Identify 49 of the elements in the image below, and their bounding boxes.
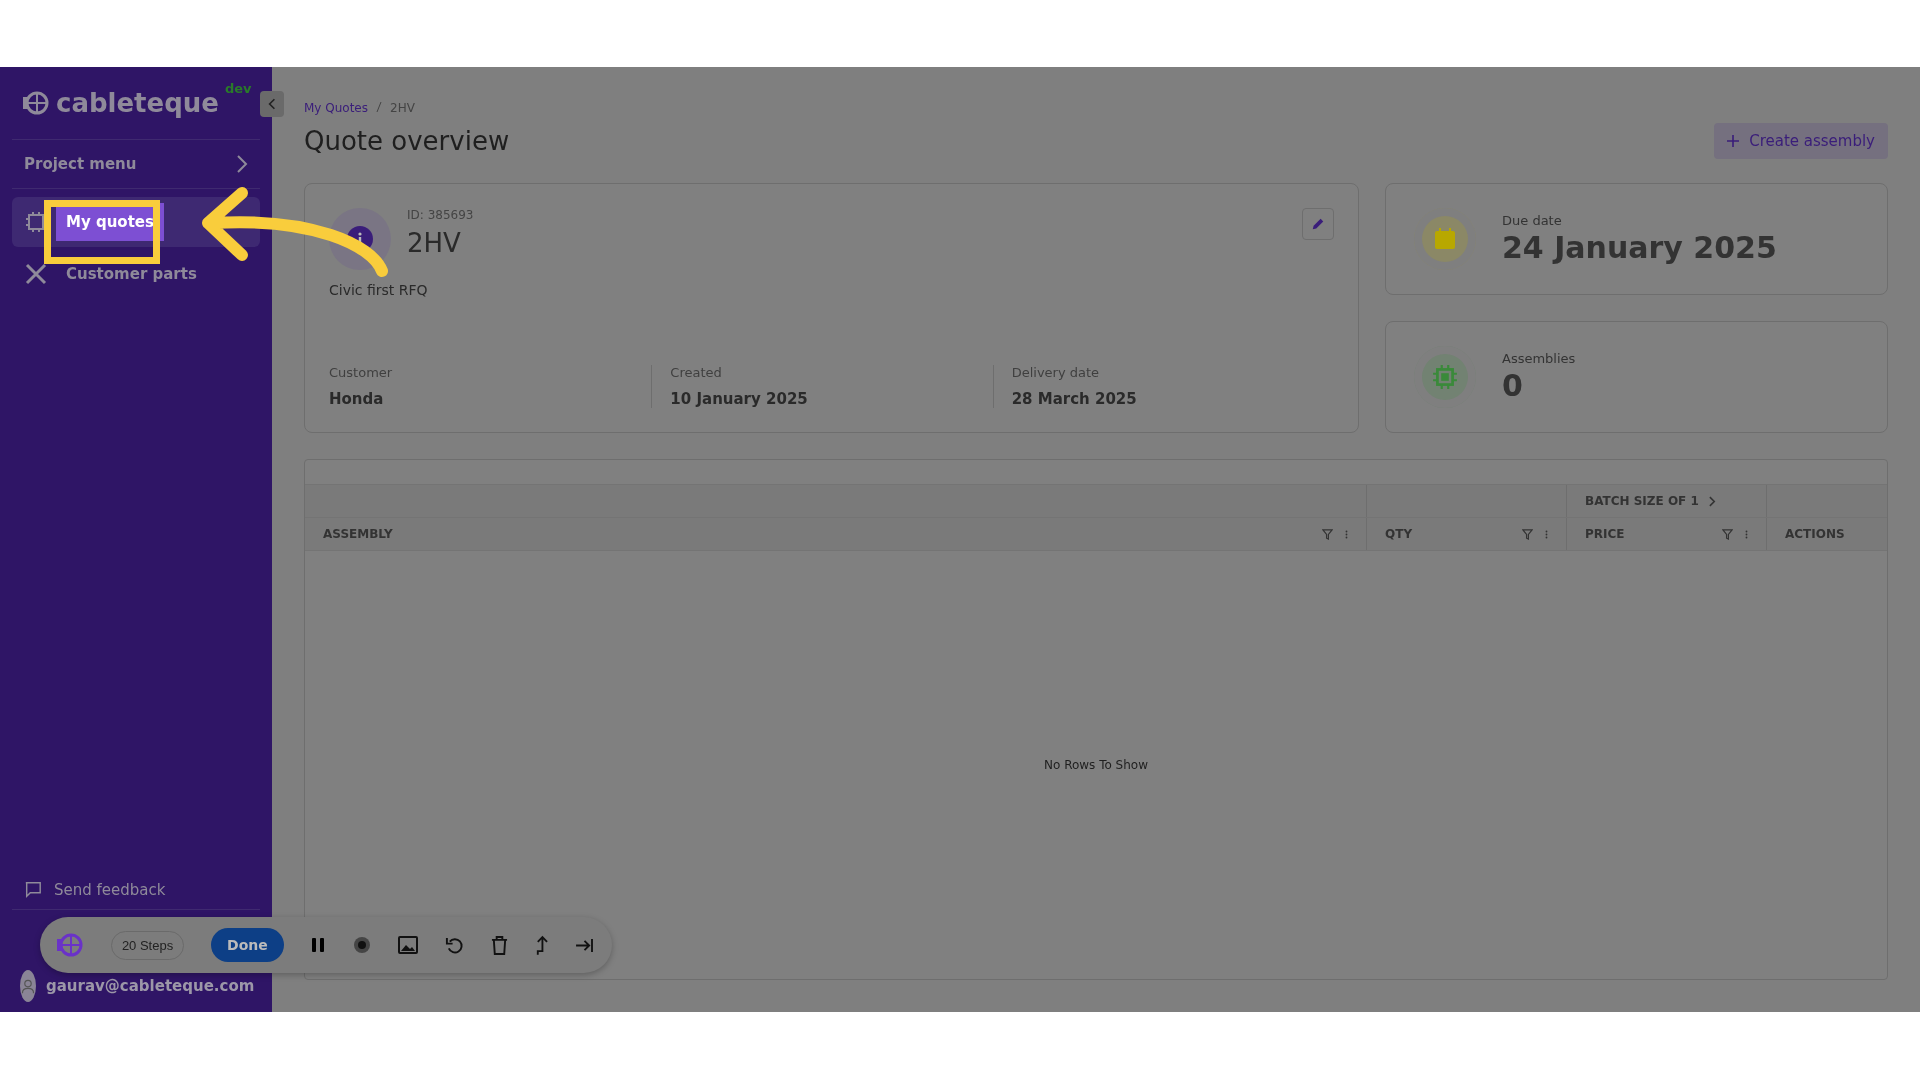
breadcrumb-separator-icon <box>376 101 382 113</box>
field-label: Delivery date <box>1011 365 1101 380</box>
filter-icon[interactable] <box>1522 528 1533 540</box>
skip-to-end-icon[interactable] <box>574 937 594 953</box>
batch-size-header[interactable]: BATCH SIZE OF 1 <box>1585 494 1699 508</box>
field-label: Created <box>670 365 723 380</box>
breadcrumb-current: 2HV <box>390 101 415 115</box>
logo-text: cableteque <box>56 88 219 118</box>
stat-value: 24 January 2025 <box>1502 230 1777 265</box>
edit-button[interactable] <box>1302 208 1334 240</box>
collapse-button[interactable] <box>260 91 284 117</box>
field-value: 28 March 2025 <box>1011 390 1138 408</box>
send-feedback-link[interactable]: Send feedback <box>12 871 260 910</box>
chevron-left-icon <box>268 98 276 110</box>
stat-label: Assemblies <box>1502 351 1576 366</box>
arrow-up-icon[interactable] <box>535 934 549 956</box>
column-header[interactable]: PRICE <box>1585 527 1625 541</box>
chevron-right-icon <box>1708 495 1716 507</box>
filter-icon[interactable] <box>1322 528 1333 540</box>
field-label: Customer <box>329 365 394 380</box>
quote-id: ID: 385693 <box>407 208 474 222</box>
chat-icon <box>24 881 42 899</box>
image-icon[interactable] <box>398 936 419 954</box>
project-menu-item[interactable]: Project menu <box>12 139 260 189</box>
field-value: 10 January 2025 <box>670 390 809 408</box>
field-value: Honda <box>329 390 385 408</box>
create-assembly-button[interactable]: Create assembly <box>1714 123 1888 159</box>
trash-icon[interactable] <box>491 935 509 955</box>
stat-value: 0 <box>1502 368 1524 403</box>
done-button[interactable]: Done <box>211 928 284 962</box>
quote-name: 2HV <box>407 228 462 258</box>
avatar-icon <box>20 970 36 1002</box>
chevron-right-icon <box>236 154 248 174</box>
breadcrumb-link[interactable]: My Quotes <box>304 101 368 115</box>
plus-icon <box>1727 135 1740 147</box>
undo-icon[interactable] <box>445 935 465 955</box>
empty-message: No Rows To Show <box>1044 758 1148 772</box>
stat-label: Due date <box>1502 213 1563 228</box>
column-header[interactable]: ACTIONS <box>1785 527 1845 541</box>
user-email: gaurav@cableteque.com <box>46 977 255 995</box>
page-title: Quote overview <box>304 126 510 156</box>
column-header[interactable]: QTY <box>1385 527 1413 541</box>
column-header[interactable]: ASSEMBLY <box>323 527 393 541</box>
pause-icon[interactable] <box>310 937 325 953</box>
quote-description: Civic first RFQ <box>329 282 429 298</box>
environment-label: dev <box>224 81 252 96</box>
filter-icon[interactable] <box>1722 528 1733 540</box>
pencil-icon <box>1311 217 1325 231</box>
nav-item[interactable]: Customer parts <box>12 251 260 297</box>
